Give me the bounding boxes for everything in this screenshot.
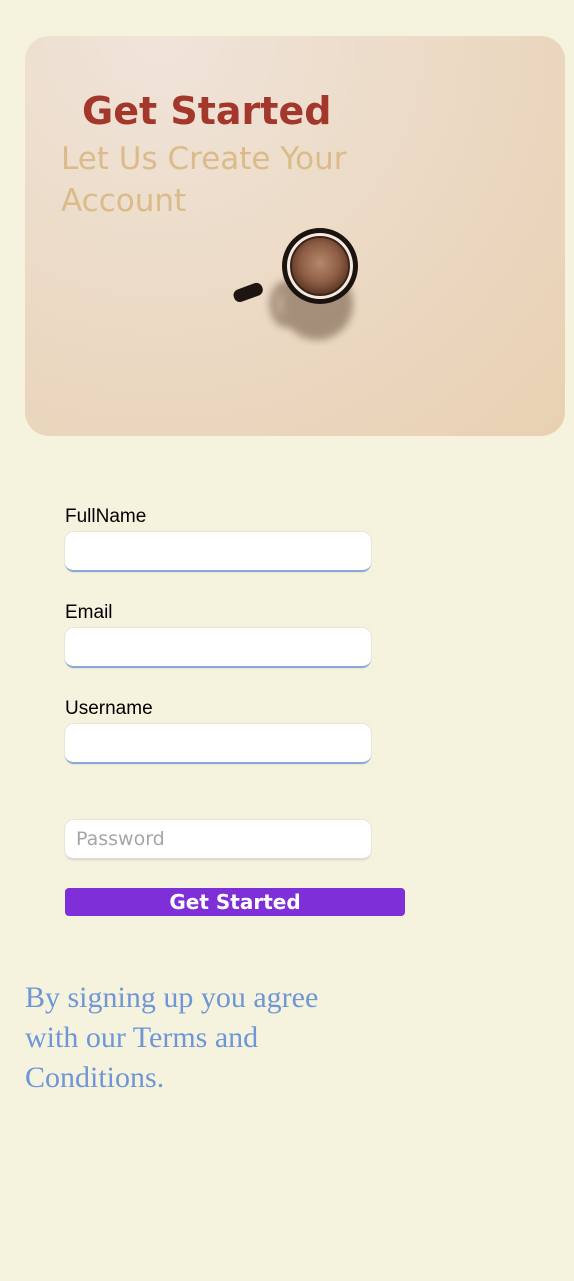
username-input[interactable]	[65, 724, 371, 764]
fullname-label: FullName	[65, 506, 147, 527]
terms-text: By signing up you agree with our Terms a…	[25, 981, 319, 1094]
hero-banner: Get Started Let Us Create Your Account	[25, 36, 565, 436]
coffee-cup-image	[233, 228, 358, 340]
get-started-button[interactable]: Get Started	[65, 888, 405, 916]
email-input[interactable]	[65, 628, 371, 668]
fullname-input[interactable]	[65, 532, 371, 572]
page-title: Get Started	[82, 89, 332, 133]
username-label: Username	[65, 698, 153, 719]
email-label: Email	[65, 602, 113, 623]
password-input[interactable]	[65, 820, 371, 860]
